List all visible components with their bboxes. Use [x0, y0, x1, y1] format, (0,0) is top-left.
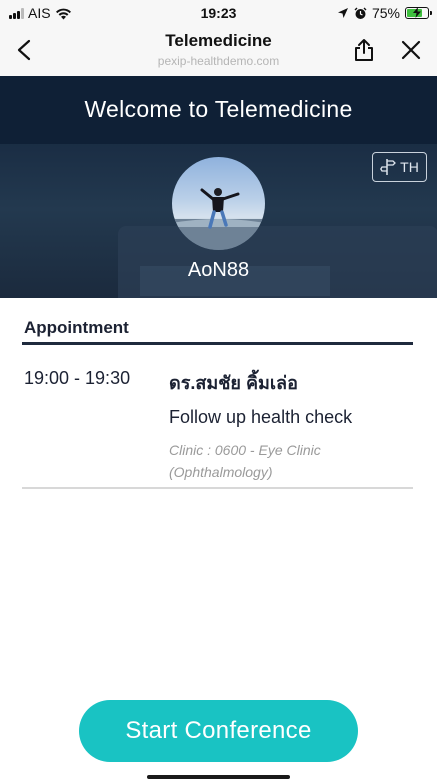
close-button[interactable] [397, 36, 425, 64]
language-label: TH [400, 159, 419, 175]
home-indicator [147, 775, 290, 779]
share-icon [355, 39, 373, 61]
location-icon [337, 8, 348, 18]
appointment-heading: Appointment [24, 318, 129, 337]
status-bar: AIS 19:23 75% [0, 0, 437, 26]
start-conference-button[interactable]: Start Conference [79, 700, 358, 762]
nav-bar: Telemedicine pexip-healthdemo.com [0, 26, 437, 76]
welcome-title: Welcome to Telemedicine [84, 96, 353, 122]
doctor-name: ดร.สมชัย คิ้มเล่อ [169, 373, 298, 393]
appointment-divider [22, 342, 413, 345]
clinic-info: Clinic : 0600 - Eye Clinic (Ophthalmolog… [169, 442, 321, 480]
close-icon [401, 40, 421, 60]
appointment-time: 19:00 - 19:30 [24, 368, 131, 388]
language-toggle-button[interactable]: TH [372, 152, 427, 182]
status-right: 75% [337, 5, 432, 21]
alarm-icon [354, 7, 367, 19]
hero-banner: Welcome to Telemedicine TH AoN88 [0, 76, 437, 298]
battery-charging-icon [405, 7, 432, 19]
appointment-bottom-divider [22, 487, 413, 489]
username: AoN88 [187, 259, 250, 281]
appointment-purpose: Follow up health check [169, 407, 353, 427]
avatar [172, 157, 265, 250]
share-button[interactable] [350, 36, 378, 64]
signpost-icon [380, 159, 397, 175]
avatar-photo [172, 188, 265, 250]
battery-percent: 75% [371, 5, 400, 21]
